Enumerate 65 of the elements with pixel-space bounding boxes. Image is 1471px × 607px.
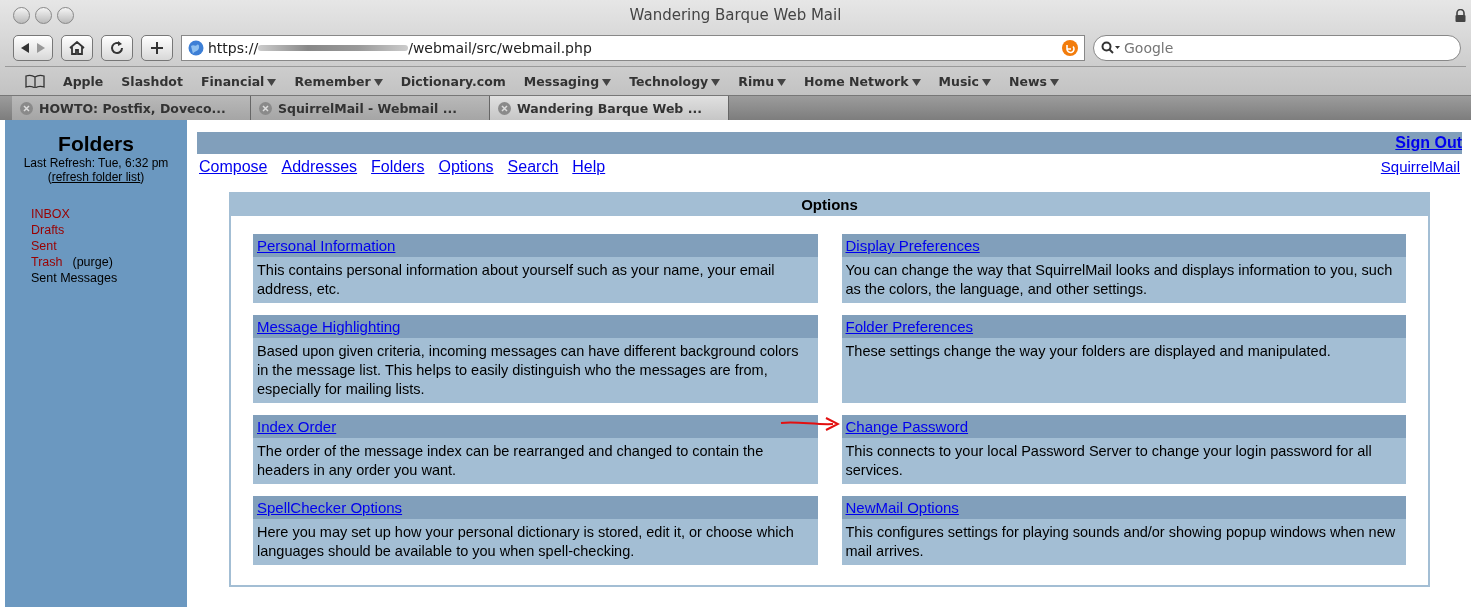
- caret-icon: [982, 78, 992, 86]
- bookmark-menu[interactable]: Technology: [629, 73, 721, 89]
- bookmark-menu[interactable]: News: [1009, 73, 1059, 89]
- caret-icon: [777, 78, 787, 86]
- window-title: Wandering Barque Web Mail: [629, 6, 842, 24]
- option-description: The order of the message index can be rearranged and changed to contain the headers in any order you want.: [256, 442, 765, 480]
- option-description: Here you may set up how your personal dictionary is stored, edit it, or choose which languages should be available to you when spell-checking.: [256, 523, 795, 561]
- forward-icon: [36, 43, 46, 53]
- plus-icon: [150, 41, 164, 55]
- option-description: You can change the way that SquirrelMail looks and displays information to you, such as the colors, the language, and other settings.: [844, 261, 1394, 299]
- caret-icon: [373, 78, 383, 86]
- bookmark-link[interactable]: Slashdot: [121, 73, 183, 89]
- back-forward-button[interactable]: [13, 35, 53, 61]
- caret-icon: [911, 78, 921, 86]
- browser-tab[interactable]: Wandering Barque Web ...: [490, 96, 729, 120]
- nav-link[interactable]: Addresses: [281, 158, 358, 176]
- close-icon[interactable]: [20, 101, 33, 115]
- option-description: These settings change the way your folders are displayed and manipulated.: [844, 342, 1332, 361]
- option-description: This connects to your local Password Server to change your login password for all services.: [844, 442, 1373, 480]
- lock-icon: [1455, 8, 1466, 22]
- globe-icon: [188, 40, 204, 56]
- caret-icon: [267, 78, 277, 86]
- address-field[interactable]: https:// /webmail/src/webmail.php: [181, 35, 1085, 61]
- caret-icon: [602, 78, 612, 86]
- bookmark-menu[interactable]: Financial: [200, 73, 277, 89]
- caret-icon: [1049, 78, 1059, 86]
- options-title: Options: [231, 194, 1428, 216]
- nav-link[interactable]: Compose: [199, 158, 268, 176]
- close-icon[interactable]: [259, 101, 272, 115]
- add-bookmark-button[interactable]: [141, 35, 173, 61]
- bookmark-menu[interactable]: Messaging: [523, 73, 612, 89]
- reload-icon: [110, 41, 124, 55]
- home-button[interactable]: [61, 35, 93, 61]
- sidebar-title: Folders: [58, 132, 134, 156]
- nav-link[interactable]: Folders: [371, 158, 425, 176]
- option-description: This contains personal information about yourself such as your name, your email address, etc.: [256, 261, 776, 299]
- nav-link[interactable]: Help: [572, 158, 606, 176]
- brand-link[interactable]: SquirrelMail: [1380, 158, 1460, 175]
- nav-link[interactable]: Search: [507, 158, 559, 176]
- purge-link[interactable]: (purge): [72, 254, 113, 270]
- option-description: This configures settings for playing sounds and/or showing popup windows when new mail arrives.: [844, 523, 1397, 561]
- refresh-link-bracket: (refresh folder list): [47, 170, 145, 184]
- bookmark-link[interactable]: Apple: [63, 73, 104, 89]
- close-icon[interactable]: [498, 101, 511, 115]
- bookmark-menu[interactable]: Home Network: [804, 73, 921, 89]
- bookmark-menu[interactable]: Rimu: [738, 73, 787, 89]
- reload-button[interactable]: [101, 35, 133, 61]
- browser-tab[interactable]: SquirrelMail - Webmail ...: [251, 96, 490, 120]
- bookmark-menu[interactable]: Remember: [294, 73, 383, 89]
- caret-icon: [711, 78, 721, 86]
- bookmark-menu[interactable]: Music: [938, 73, 992, 89]
- bookmark-link[interactable]: Dictionary.com: [400, 73, 506, 89]
- option-description: Based upon given criteria, incoming messages can have different background colors in the message list. This helps to easily distinguish who the messages are from, especially for mailing lists.: [256, 342, 800, 399]
- browser-tab[interactable]: HOWTO: Postfix, Doveco...: [12, 96, 251, 120]
- last-refresh-text: Last Refresh: Tue, 6:32 pm: [23, 156, 169, 170]
- snapback-icon[interactable]: [1062, 40, 1078, 56]
- book-icon[interactable]: [25, 74, 45, 88]
- nav-link[interactable]: Options: [438, 158, 494, 176]
- search-field[interactable]: Google: [1093, 35, 1461, 61]
- folder-item[interactable]: Sent Messages: [31, 270, 118, 286]
- window-control-button[interactable]: [35, 6, 52, 24]
- window-control-button[interactable]: [13, 6, 30, 24]
- home-icon: [69, 41, 85, 55]
- window-control-button[interactable]: [57, 6, 74, 24]
- back-icon: [20, 43, 30, 53]
